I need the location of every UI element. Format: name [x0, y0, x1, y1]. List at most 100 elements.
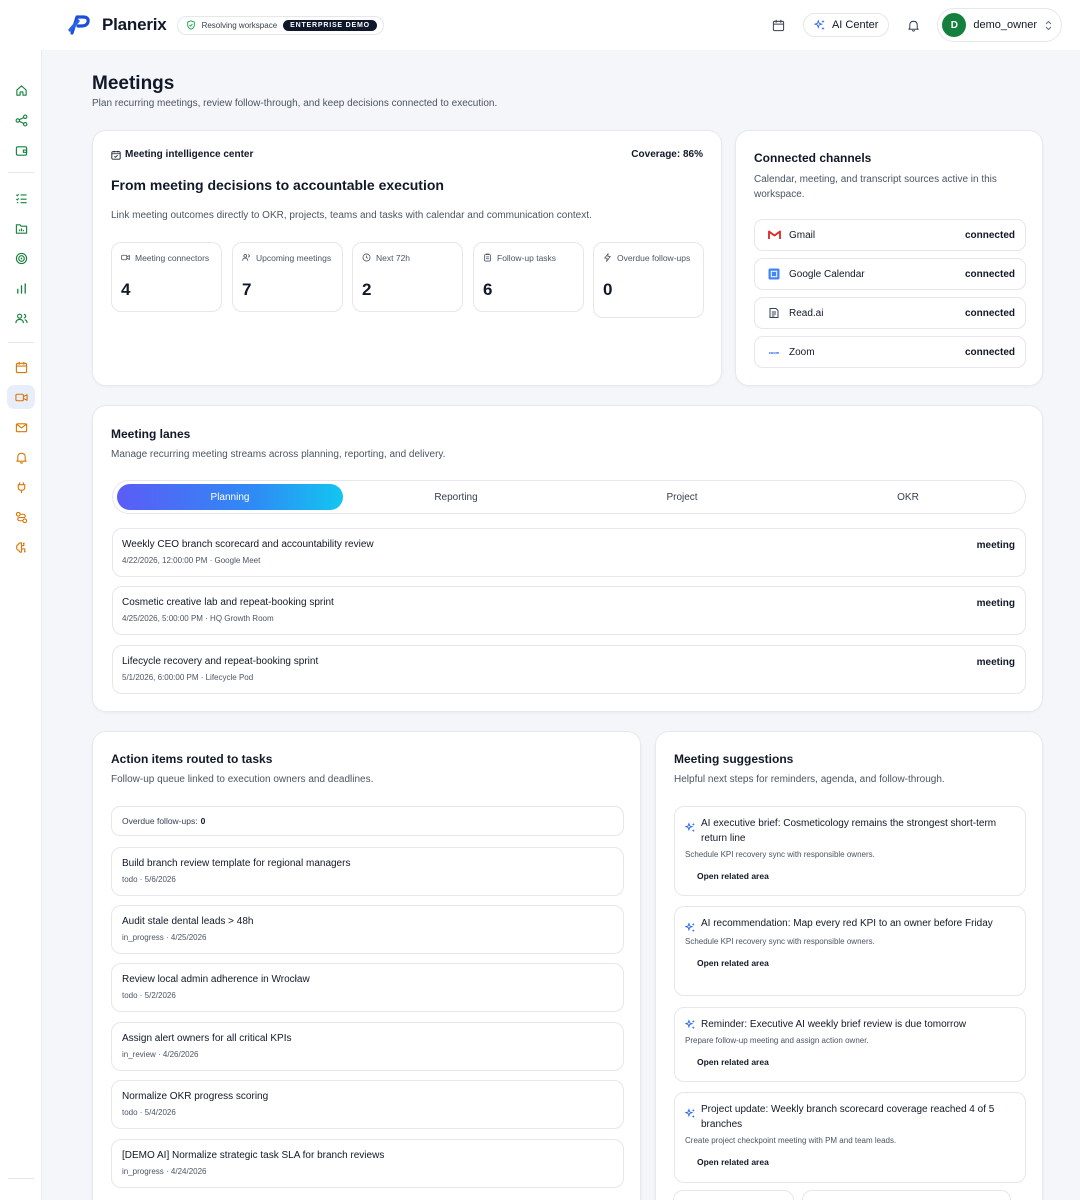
channel-read-ai[interactable]: Read.ai connected: [754, 297, 1026, 329]
meeting-tag: meeting: [976, 540, 1015, 551]
meeting-row[interactable]: Weekly CEO branch scorecard and accounta…: [112, 528, 1026, 577]
chevron-up-down-icon: [1045, 20, 1052, 30]
sidebar-item-projects[interactable]: [7, 216, 35, 240]
shield-check-icon: [186, 20, 195, 30]
channel-name: Gmail: [789, 229, 816, 241]
sidebar-item-teams[interactable]: [7, 306, 35, 330]
task-meta: in_progress · 4/25/2026: [122, 933, 207, 942]
open-related-area-link[interactable]: Open related area: [697, 1157, 1015, 1167]
tab-project[interactable]: Project: [569, 484, 795, 510]
ai-center-button[interactable]: AI Center: [802, 13, 890, 37]
sidebar-item-mail[interactable]: [7, 415, 35, 439]
tab-reporting[interactable]: Reporting: [343, 484, 569, 510]
mail-icon: [15, 422, 27, 432]
task-row[interactable]: Build branch review template for regiona…: [111, 847, 624, 896]
channel-status: connected: [964, 268, 1015, 280]
zoom-icon: zoom: [768, 349, 780, 355]
sidebar-divider: [8, 1178, 34, 1179]
channel-gmail[interactable]: Gmail connected: [754, 219, 1026, 251]
sidebar-item-ai-insights[interactable]: [7, 535, 35, 559]
routes-icon: [15, 511, 27, 523]
meeting-meta: 5/1/2026, 6:00:00 PM · Lifecycle Pod: [122, 673, 254, 682]
suggestion-description: Schedule KPI recovery sync with responsi…: [685, 937, 875, 946]
channel-google-calendar[interactable]: Google Calendar connected: [754, 258, 1026, 290]
sidebar-item-alerts[interactable]: [7, 445, 35, 469]
tab-okr[interactable]: OKR: [795, 484, 1021, 510]
sidebar-item-tasks[interactable]: [7, 186, 35, 210]
coverage-value: Coverage: 86%: [631, 149, 703, 160]
task-title: Normalize OKR progress scoring: [122, 1091, 269, 1102]
workspace-status-text: Resolving workspace: [201, 20, 278, 30]
actions-subtitle: Follow-up queue linked to execution owne…: [111, 774, 374, 785]
sidebar-item-meetings[interactable]: [7, 385, 35, 409]
sidebar-item-calendar[interactable]: [7, 355, 35, 379]
sparkles-icon: [685, 922, 695, 933]
metric-value: 2: [362, 280, 372, 299]
meeting-title: Weekly CEO branch scorecard and accounta…: [122, 539, 374, 550]
suggestion-title: Project update: Weekly branch scorecard …: [701, 1104, 995, 1130]
workspace-status-pill[interactable]: Resolving workspace ENTERPRISE DEMO: [176, 15, 384, 35]
suggestions-subtitle: Helpful next steps for reminders, agenda…: [674, 774, 945, 785]
metric-value: 6: [483, 280, 493, 299]
meeting-row[interactable]: Cosmetic creative lab and repeat-booking…: [112, 586, 1026, 635]
channel-status: connected: [964, 307, 1015, 319]
clock-icon: [362, 253, 371, 262]
user-menu-button[interactable]: D demo_owner: [937, 8, 1062, 42]
gmail-icon: [767, 228, 781, 242]
metric-upcoming-meetings[interactable]: Upcoming meetings 7: [232, 242, 343, 312]
open-related-area-link[interactable]: Open related area: [697, 871, 1015, 881]
home-icon: [15, 84, 27, 96]
metric-follow-up-tasks[interactable]: Follow-up tasks 6: [473, 242, 584, 312]
channel-status: connected: [964, 229, 1015, 241]
task-title: Assign alert owners for all critical KPI…: [122, 1033, 292, 1044]
open-related-area-link[interactable]: Open related area: [697, 1057, 1015, 1067]
sidebar-item-home[interactable]: [7, 78, 35, 102]
metric-meeting-connectors[interactable]: Meeting connectors 4: [111, 242, 222, 312]
avatar: D: [942, 13, 967, 37]
suggestion-chip[interactable]: [802, 1190, 1011, 1200]
sidebar-item-workflows[interactable]: [7, 505, 35, 529]
metric-next-72h[interactable]: Next 72h 2: [352, 242, 463, 312]
planerix-logo-icon: [68, 15, 90, 35]
metric-overdue-follow-ups[interactable]: Overdue follow-ups 0: [593, 242, 704, 318]
lightning-icon: [604, 253, 611, 262]
open-related-area-link[interactable]: Open related area: [697, 958, 1015, 968]
suggestion-description: Create project checkpoint meeting with P…: [685, 1136, 897, 1145]
meeting-tag: meeting: [976, 657, 1015, 668]
task-row[interactable]: [DEMO AI] Normalize strategic task SLA f…: [111, 1139, 624, 1188]
sidebar-item-share[interactable]: [7, 108, 35, 132]
task-row[interactable]: Normalize OKR progress scoring todo · 5/…: [111, 1080, 624, 1129]
task-meta: in_review · 4/26/2026: [122, 1050, 199, 1059]
sparkles-icon: [685, 822, 695, 833]
sidebar-item-integrations[interactable]: [7, 475, 35, 499]
suggestion-chip[interactable]: [673, 1190, 794, 1200]
intel-kicker-label: Meeting intelligence center: [125, 149, 254, 160]
suggestion-item: Project update: Weekly branch scorecard …: [674, 1092, 1026, 1183]
bar-chart-icon: [16, 282, 26, 294]
suggestion-title: AI executive brief: Cosmeticology remain…: [701, 818, 997, 844]
folder-chart-icon: [15, 223, 27, 234]
sidebar-divider: [8, 172, 34, 173]
tab-planning[interactable]: Planning: [117, 484, 343, 510]
channel-name: Read.ai: [789, 307, 824, 319]
sidebar-item-analytics[interactable]: [7, 276, 35, 300]
intel-description: Link meeting outcomes directly to OKR, p…: [111, 210, 592, 221]
bell-icon: [15, 452, 27, 464]
sidebar-item-wallet[interactable]: [7, 138, 35, 162]
calendar-button[interactable]: [767, 13, 791, 37]
suggestion-item: Reminder: Executive AI weekly brief revi…: [674, 1007, 1026, 1082]
task-row[interactable]: Assign alert owners for all critical KPI…: [111, 1022, 624, 1071]
channel-zoom[interactable]: zoom Zoom connected: [754, 336, 1026, 368]
suggestion-title: Reminder: Executive AI weekly brief revi…: [701, 1019, 967, 1030]
metric-label: Upcoming meetings: [256, 253, 332, 263]
task-row[interactable]: Review local admin adherence in Wrocław …: [111, 963, 624, 1012]
meeting-row[interactable]: Lifecycle recovery and repeat-booking sp…: [112, 645, 1026, 694]
notifications-button[interactable]: [901, 13, 925, 37]
task-row[interactable]: Audit stale dental leads > 48h in_progre…: [111, 905, 624, 954]
sidebar-item-okr[interactable]: [7, 246, 35, 270]
task-meta: todo · 5/6/2026: [122, 875, 176, 884]
channels-subtitle: Calendar, meeting, and transcript source…: [754, 174, 997, 200]
brand-logo[interactable]: Planerix: [68, 13, 167, 37]
users-icon: [242, 254, 250, 261]
readai-icon: [767, 306, 781, 320]
